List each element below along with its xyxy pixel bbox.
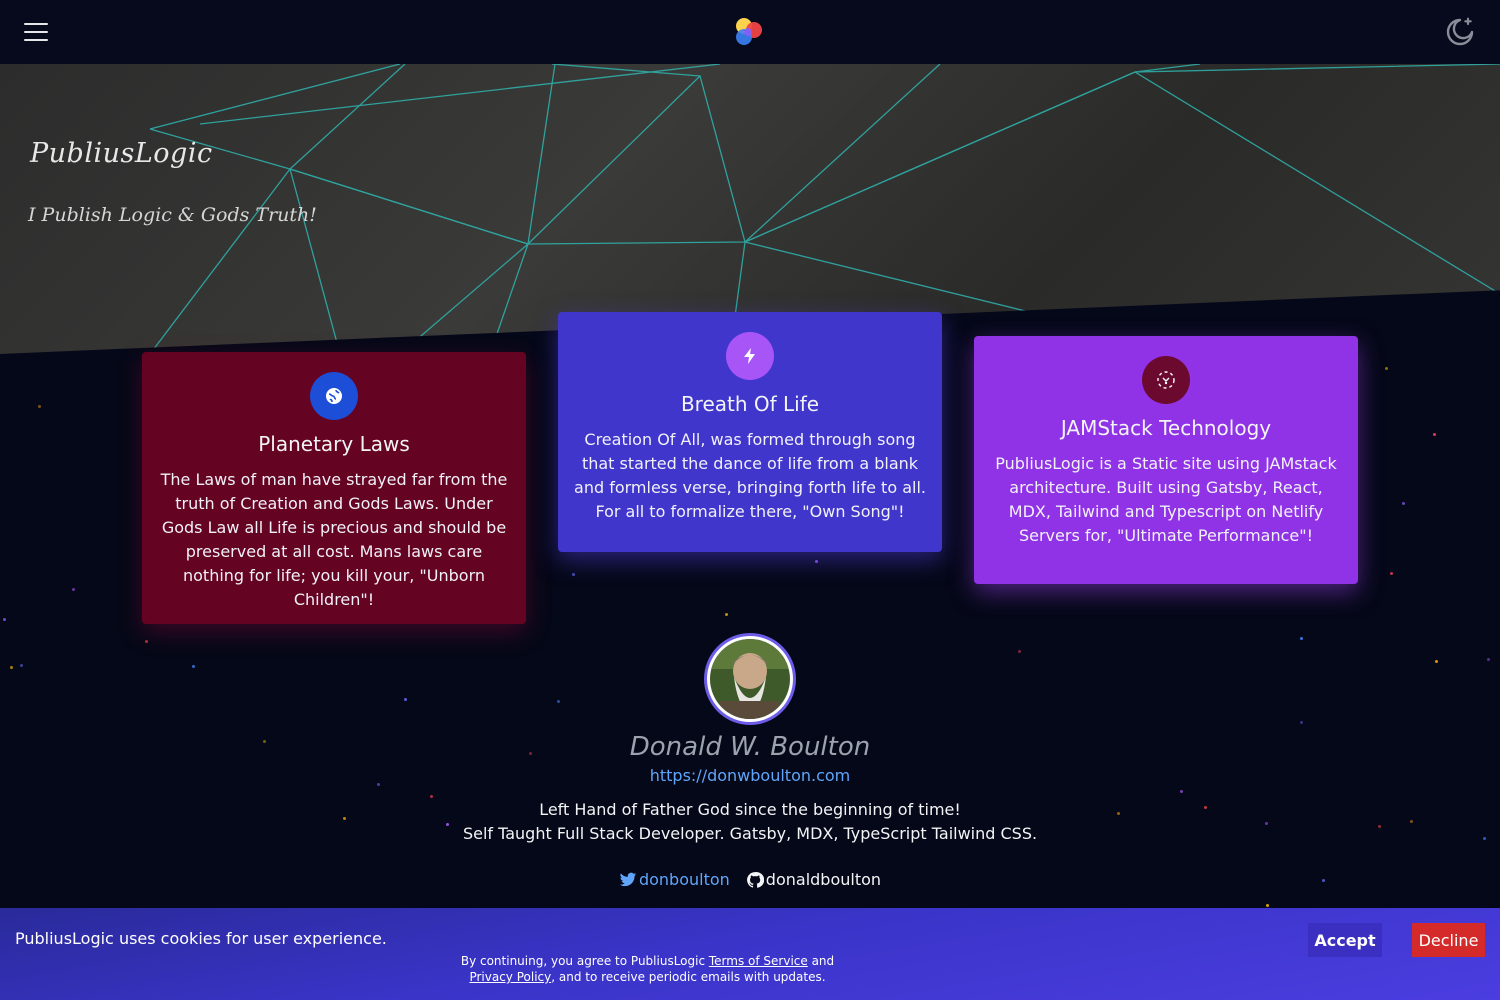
card-breath-of-life: Breath Of Life Creation Of All, was form…	[558, 312, 942, 552]
hero-banner: PubliusLogic I Publish Logic & Gods Trut…	[0, 64, 1500, 354]
decline-cookies-button[interactable]: Decline	[1412, 923, 1485, 957]
author-bio: Left Hand of Father God since the beginn…	[0, 798, 1500, 846]
star-dot	[3, 618, 6, 621]
site-tagline: I Publish Logic & Gods Truth!	[28, 204, 317, 226]
terms-prefix: By continuing, you agree to PubliusLogic	[460, 954, 709, 968]
author-website-link[interactable]: https://donwboulton.com	[0, 766, 1500, 785]
jamstack-icon	[1142, 356, 1190, 404]
terms-of-service-link[interactable]: Terms of Service	[709, 954, 808, 968]
colorful-dots-logo[interactable]	[733, 16, 765, 48]
accept-cookies-button[interactable]: Accept	[1308, 923, 1382, 957]
globe-icon	[310, 372, 358, 420]
terms-suffix: , and to receive periodic emails with up…	[551, 970, 826, 984]
star-dot	[1433, 433, 1436, 436]
star-dot	[557, 700, 560, 703]
moon-star-icon[interactable]	[1444, 16, 1476, 48]
card-planetary-laws: Planetary Laws The Laws of man have stra…	[142, 352, 526, 624]
star-dot	[725, 613, 728, 616]
author-bio-line: Left Hand of Father God since the beginn…	[539, 800, 961, 819]
github-handle: donaldboulton	[765, 870, 882, 889]
author-avatar	[704, 633, 796, 725]
card-title: Breath Of Life	[680, 392, 820, 416]
twitter-link[interactable]: donboulton	[619, 870, 730, 889]
author-name: Donald W. Boulton	[629, 732, 871, 762]
star-dot	[1300, 637, 1303, 640]
github-link[interactable]: donaldboulton	[746, 870, 881, 889]
card-text: The Laws of man have strayed far from th…	[160, 470, 508, 609]
star-dot	[1385, 367, 1388, 370]
twitter-handle: donboulton	[638, 870, 730, 889]
star-dot	[1390, 572, 1393, 575]
star-dot	[10, 666, 13, 669]
site-title: PubliusLogic	[30, 138, 213, 169]
star-dot	[1402, 502, 1405, 505]
twitter-icon	[619, 872, 637, 886]
star-dot	[1300, 721, 1303, 724]
cookie-message: PubliusLogic uses cookies for user exper…	[15, 929, 387, 948]
star-dot	[572, 573, 575, 576]
card-title: Planetary Laws	[258, 432, 410, 456]
card-text: Creation Of All, was formed through song…	[574, 430, 926, 521]
star-dot	[1487, 658, 1490, 661]
cookie-terms-text: By continuing, you agree to PubliusLogic…	[455, 953, 840, 985]
star-dot	[404, 698, 407, 701]
star-dot	[145, 640, 148, 643]
terms-and: and	[807, 954, 835, 968]
github-icon	[746, 871, 764, 888]
star-dot	[192, 665, 195, 668]
privacy-policy-link[interactable]: Privacy Policy	[469, 970, 551, 984]
hamburger-menu-icon[interactable]	[24, 16, 56, 48]
star-dot	[815, 560, 818, 563]
card-title: JAMStack Technology	[1060, 416, 1272, 440]
star-dot	[38, 405, 41, 408]
social-links: donboulton donaldboulton	[0, 870, 1500, 889]
star-dot	[1435, 660, 1438, 663]
cookie-consent-banner: PubliusLogic uses cookies for user exper…	[0, 908, 1500, 1000]
star-dot	[1018, 650, 1021, 653]
card-jamstack-technology: JAMStack Technology PubliusLogic is a St…	[974, 336, 1358, 584]
star-dot	[20, 664, 23, 667]
lightning-bolt-icon	[726, 332, 774, 380]
star-dot	[1266, 904, 1269, 907]
star-dot	[1180, 790, 1183, 793]
card-text: PubliusLogic is a Static site using JAMs…	[995, 454, 1337, 545]
author-bio-line: Self Taught Full Stack Developer. Gatsby…	[462, 824, 1038, 843]
star-dot	[72, 588, 75, 591]
